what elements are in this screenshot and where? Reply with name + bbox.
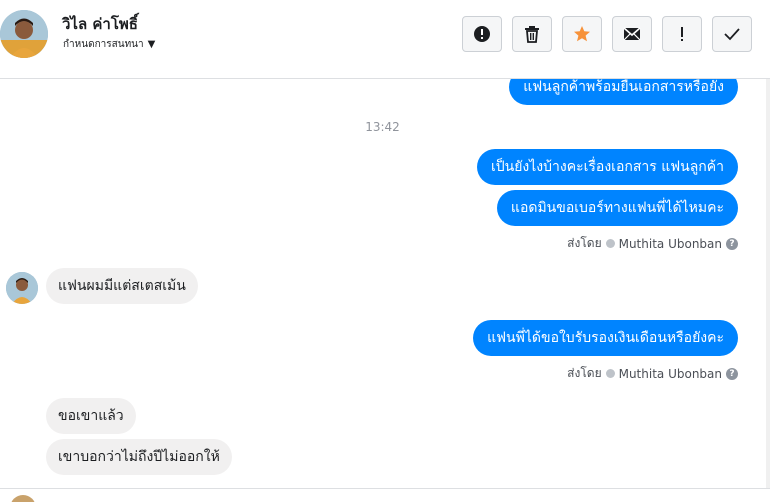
star-button[interactable]: [562, 16, 602, 52]
contact-name[interactable]: วิไล ค่าโพธิ์: [62, 12, 138, 36]
conversation-header: วิไล ค่าโพธิ์ กำหนดการสนทนา ▼: [0, 0, 770, 79]
envelope-icon: [623, 27, 641, 41]
help-icon[interactable]: ?: [726, 237, 738, 250]
sent-by-label: ส่งโดย: [567, 236, 602, 250]
message-thread[interactable]: แฟนลูกค้าพร้อมยื่นเอกสารหรือยัง 13:42 เป…: [0, 79, 770, 488]
conversation-toolbar: [462, 16, 752, 52]
done-button[interactable]: [712, 16, 752, 52]
trash-icon: [525, 26, 539, 43]
alert-circle-icon: [474, 26, 490, 42]
message-bubble: แฟนลูกค้าพร้อมยื่นเอกสารหรือยัง: [509, 79, 738, 105]
sent-by-name[interactable]: Muthita Ubonban: [619, 367, 722, 381]
message-incoming[interactable]: แฟนผมมีแต่สเตสเม้น: [46, 268, 198, 304]
thread-scrollbar[interactable]: [766, 79, 770, 488]
message-incoming[interactable]: ขอเขาแล้ว: [46, 398, 136, 434]
message-outgoing[interactable]: แอดมินขอเบอร์ทางแฟนพี่ได้ไหมคะ: [496, 190, 738, 226]
report-button[interactable]: [462, 16, 502, 52]
contact-avatar-small[interactable]: [6, 272, 38, 304]
star-icon: [574, 26, 590, 42]
message-outgoing[interactable]: แฟนลูกค้าพร้อมยื่นเอกสารหรือยัง: [509, 79, 738, 105]
caret-down-icon: ▼: [147, 39, 156, 50]
conversation-settings-label: กำหนดการสนทนา: [63, 39, 144, 50]
mail-button[interactable]: [612, 16, 652, 52]
conversation-settings-dropdown[interactable]: กำหนดการสนทนา ▼: [63, 37, 155, 52]
help-icon[interactable]: ?: [726, 367, 738, 380]
exclamation-icon: [681, 27, 683, 41]
message-incoming[interactable]: เขาบอกว่าไม่ถึงปีไม่ออกให้: [46, 439, 232, 475]
contact-avatar[interactable]: [0, 10, 48, 58]
sent-by-label: ส่งโดย: [567, 366, 602, 380]
sent-by-name[interactable]: Muthita Ubonban: [619, 237, 722, 251]
message-outgoing[interactable]: แฟนพี่ได้ขอใบรับรองเงินเดือนหรือยังคะ: [473, 320, 738, 356]
agent-avatar: [10, 495, 36, 502]
check-circle-icon: [605, 369, 615, 378]
message-bubble: แฟนผมมีแต่สเตสเม้น: [46, 268, 198, 304]
message-bubble: เป็นยังไงบ้างคะเรื่องเอกสาร แฟนลูกค้า: [476, 149, 738, 185]
message-bubble: แอดมินขอเบอร์ทางแฟนพี่ได้ไหมคะ: [496, 190, 738, 226]
message-bubble: เขาบอกว่าไม่ถึงปีไม่ออกให้: [46, 439, 232, 475]
important-button[interactable]: [662, 16, 702, 52]
check-circle-icon: [605, 239, 615, 248]
timestamp: 13:42: [365, 120, 400, 134]
message-composer[interactable]: [0, 488, 770, 502]
message-outgoing[interactable]: เป็นยังไงบ้างคะเรื่องเอกสาร แฟนลูกค้า: [476, 149, 738, 185]
check-icon: [724, 28, 740, 41]
delete-button[interactable]: [512, 16, 552, 52]
message-bubble: แฟนพี่ได้ขอใบรับรองเงินเดือนหรือยังคะ: [473, 320, 738, 356]
message-bubble: ขอเขาแล้ว: [46, 398, 136, 434]
sent-by-info: ส่งโดย Muthita Ubonban ?: [567, 364, 738, 383]
sent-by-info: ส่งโดย Muthita Ubonban ?: [567, 234, 738, 253]
